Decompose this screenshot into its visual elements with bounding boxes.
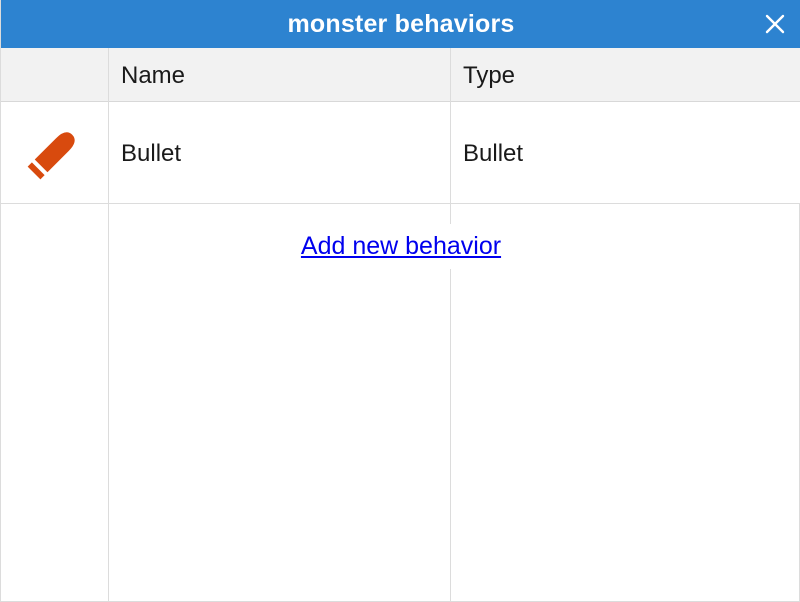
column-header-name[interactable]: Name: [121, 48, 441, 101]
add-behavior-area: Add new behavior: [1, 216, 800, 276]
row-type-cell: Bullet: [463, 140, 524, 167]
window-title: monster behaviors: [287, 9, 515, 38]
column-divider: [108, 48, 109, 602]
column-divider: [450, 48, 451, 602]
table-row[interactable]: Bullet Bullet: [1, 102, 800, 204]
title-bar: monster behaviors: [1, 0, 800, 48]
close-icon[interactable]: [763, 12, 787, 36]
add-behavior-link[interactable]: Add new behavior: [230, 223, 572, 269]
monster-behaviors-window: monster behaviors Name Type Bullet Bulle…: [0, 0, 800, 602]
column-header-icon: [1, 48, 108, 101]
table-header: Name Type: [1, 48, 800, 102]
column-header-type[interactable]: Type: [463, 48, 783, 101]
row-name-cell: Bullet: [121, 140, 182, 167]
bullet-icon: [19, 124, 83, 188]
